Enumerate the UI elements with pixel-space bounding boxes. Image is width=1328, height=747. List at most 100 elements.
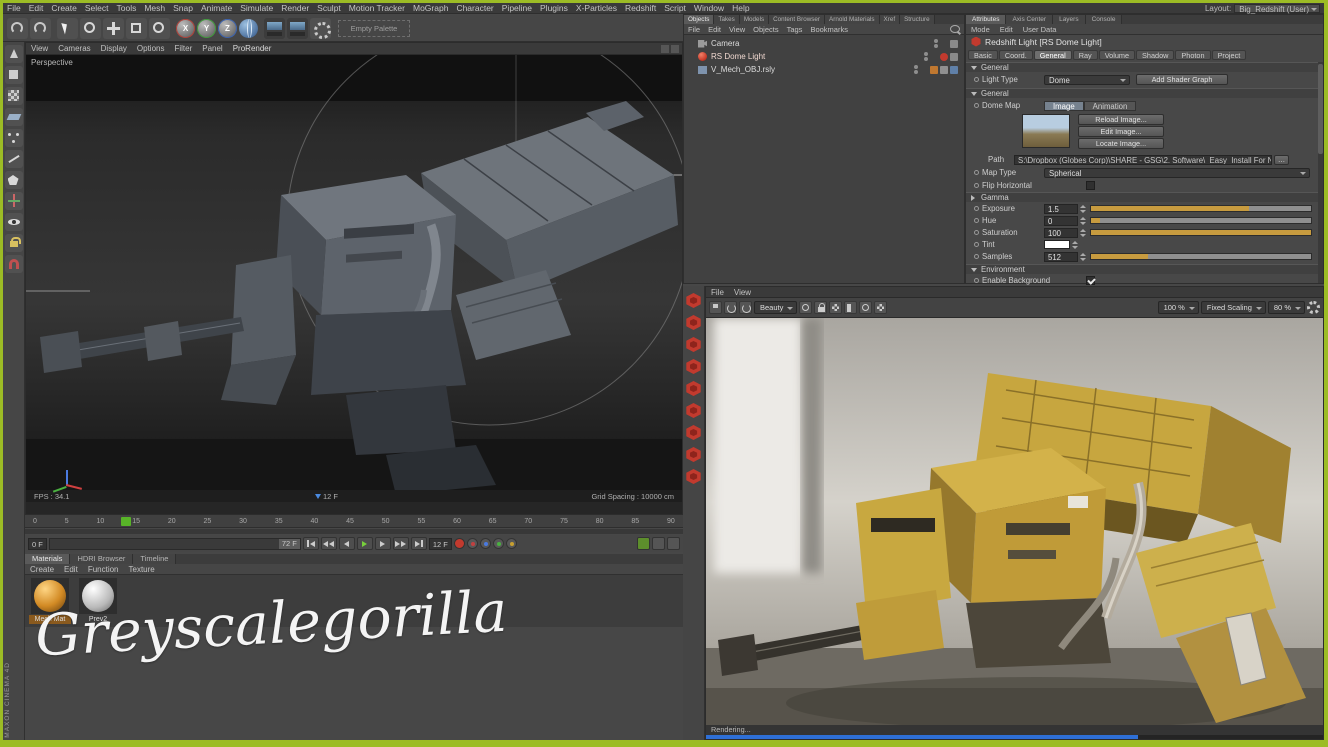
texture-mode-icon[interactable] bbox=[5, 87, 23, 105]
menu-script[interactable]: Script bbox=[660, 3, 690, 13]
attab-basic[interactable]: Basic bbox=[968, 50, 998, 60]
keyframe-rotation-button[interactable] bbox=[506, 538, 517, 549]
current-frame-marker[interactable] bbox=[121, 517, 131, 526]
snapshot-icon[interactable] bbox=[799, 301, 812, 314]
object-tags[interactable] bbox=[930, 66, 958, 74]
locate-image-button[interactable]: Locate Image... bbox=[1078, 138, 1164, 149]
viewport-layout-icon[interactable] bbox=[671, 45, 679, 53]
scale-tool-icon[interactable] bbox=[126, 18, 147, 39]
tab-layers[interactable]: Layers bbox=[1053, 15, 1086, 24]
path-field[interactable]: S:\Dropbox (Globes Corp)\SHARE - GSG\2. … bbox=[1014, 155, 1272, 165]
search-icon[interactable] bbox=[950, 25, 960, 33]
range-start-field[interactable]: 0 F bbox=[28, 538, 47, 550]
visibility-dots[interactable] bbox=[924, 52, 928, 61]
redshift-tool-icon-6[interactable] bbox=[686, 403, 702, 418]
record-keyframe-button[interactable] bbox=[454, 538, 465, 549]
mat-menu-create[interactable]: Create bbox=[25, 565, 59, 574]
axis-lock-y-icon[interactable]: Y bbox=[197, 19, 216, 38]
polygons-mode-icon[interactable] bbox=[5, 171, 23, 189]
vp-menu-options[interactable]: Options bbox=[132, 44, 170, 53]
anim-dot-icon[interactable] bbox=[974, 77, 979, 82]
hue-slider[interactable] bbox=[1090, 217, 1312, 224]
menu-render[interactable]: Render bbox=[277, 3, 313, 13]
camera-lock-icon[interactable] bbox=[814, 301, 827, 314]
exposure-slider[interactable] bbox=[1090, 205, 1312, 212]
render-canvas[interactable] bbox=[706, 318, 1323, 725]
add-hud-button[interactable] bbox=[637, 537, 650, 550]
exposure-value[interactable]: 1.5 bbox=[1044, 204, 1078, 214]
object-row-dome-light[interactable]: RS Dome Light bbox=[684, 50, 964, 63]
mat-menu-edit[interactable]: Edit bbox=[59, 565, 83, 574]
tab-objects[interactable]: Objects bbox=[684, 15, 714, 24]
region-render-icon[interactable] bbox=[829, 301, 842, 314]
make-editable-icon[interactable] bbox=[5, 45, 23, 63]
range-end-handle[interactable]: 72 F bbox=[279, 539, 300, 549]
model-mode-icon[interactable] bbox=[5, 66, 23, 84]
vp-menu-prorender[interactable]: ProRender bbox=[228, 44, 277, 53]
redshift-tool-icon-1[interactable] bbox=[686, 293, 702, 308]
rotate-tool-icon[interactable] bbox=[149, 18, 170, 39]
menu-file[interactable]: File bbox=[3, 3, 25, 13]
anim-dot-icon[interactable] bbox=[974, 183, 979, 188]
group-general[interactable]: General bbox=[966, 62, 1318, 72]
redshift-tool-icon-7[interactable] bbox=[686, 425, 702, 440]
animation-tab[interactable]: Animation bbox=[1084, 101, 1137, 111]
menu-xparticles[interactable]: X-Particles bbox=[572, 3, 621, 13]
save-image-icon[interactable] bbox=[709, 301, 722, 314]
render-to-picture-viewer-icon[interactable] bbox=[287, 18, 308, 39]
tab-attributes[interactable]: Attributes bbox=[966, 15, 1006, 24]
viewport-canvas[interactable]: Perspective FPS : 34.1 12 F Grid Spacing… bbox=[26, 55, 682, 502]
tab-materials[interactable]: Materials bbox=[25, 554, 70, 564]
saturation-spinner[interactable] bbox=[1079, 228, 1086, 238]
vp-menu-view[interactable]: View bbox=[26, 44, 53, 53]
tint-color-swatch[interactable] bbox=[1044, 240, 1070, 249]
saturation-slider[interactable] bbox=[1090, 229, 1312, 236]
visibility-dots[interactable] bbox=[914, 65, 918, 74]
at-menu-userdata[interactable]: User Data bbox=[1018, 25, 1062, 34]
attab-project[interactable]: Project bbox=[1212, 50, 1247, 60]
checker-background-icon[interactable] bbox=[874, 301, 887, 314]
anim-dot-icon[interactable] bbox=[974, 254, 979, 259]
menu-select[interactable]: Select bbox=[81, 3, 113, 13]
preview-range-slider[interactable]: 72 F bbox=[49, 538, 301, 550]
menu-window[interactable]: Window bbox=[690, 3, 728, 13]
snap-magnet-icon[interactable] bbox=[5, 255, 23, 273]
flip-horizontal-checkbox[interactable] bbox=[1086, 181, 1095, 190]
exposure-spinner[interactable] bbox=[1079, 204, 1086, 214]
redshift-tool-icon-8[interactable] bbox=[686, 447, 702, 462]
zoom-level-dropdown[interactable]: 100 % bbox=[1158, 301, 1199, 314]
menu-character[interactable]: Character bbox=[452, 3, 497, 13]
next-key-button[interactable] bbox=[393, 537, 409, 550]
menu-motion-tracker[interactable]: Motion Tracker bbox=[345, 3, 409, 13]
menu-mesh[interactable]: Mesh bbox=[140, 3, 169, 13]
playback-options-button[interactable] bbox=[652, 537, 665, 550]
group-gamma[interactable]: Gamma bbox=[966, 192, 1318, 202]
object-tags[interactable] bbox=[950, 40, 958, 48]
layout-dropdown[interactable]: Big_Redshift (User) bbox=[1234, 4, 1320, 13]
redshift-tool-icon-3[interactable] bbox=[686, 337, 702, 352]
hdri-thumbnail[interactable] bbox=[1022, 114, 1070, 148]
tab-hdri-browser[interactable]: HDRI Browser bbox=[70, 554, 133, 564]
menu-tools[interactable]: Tools bbox=[113, 3, 141, 13]
group-environment[interactable]: Environment bbox=[966, 264, 1318, 274]
anim-dot-icon[interactable] bbox=[974, 206, 979, 211]
menu-plugins[interactable]: Plugins bbox=[536, 3, 572, 13]
anim-dot-icon[interactable] bbox=[974, 230, 979, 235]
image-tab[interactable]: Image bbox=[1044, 101, 1084, 111]
visibility-dots[interactable] bbox=[934, 39, 938, 48]
hue-value[interactable]: 0 bbox=[1044, 216, 1078, 226]
mat-menu-texture[interactable]: Texture bbox=[124, 565, 160, 574]
add-shader-graph-button[interactable]: Add Shader Graph bbox=[1136, 74, 1228, 85]
om-menu-file[interactable]: File bbox=[684, 25, 704, 34]
timeline-options-button[interactable] bbox=[667, 537, 680, 550]
edit-image-button[interactable]: Edit Image... bbox=[1078, 126, 1164, 137]
edges-mode-icon[interactable] bbox=[5, 150, 23, 168]
menu-simulate[interactable]: Simulate bbox=[236, 3, 277, 13]
samples-value[interactable]: 512 bbox=[1044, 252, 1078, 262]
at-menu-edit[interactable]: Edit bbox=[995, 25, 1018, 34]
tab-timeline[interactable]: Timeline bbox=[133, 554, 176, 564]
play-button[interactable] bbox=[357, 537, 373, 550]
render-settings-icon[interactable] bbox=[310, 18, 331, 39]
rv-menu-view[interactable]: View bbox=[729, 288, 756, 297]
anim-dot-icon[interactable] bbox=[974, 242, 979, 247]
